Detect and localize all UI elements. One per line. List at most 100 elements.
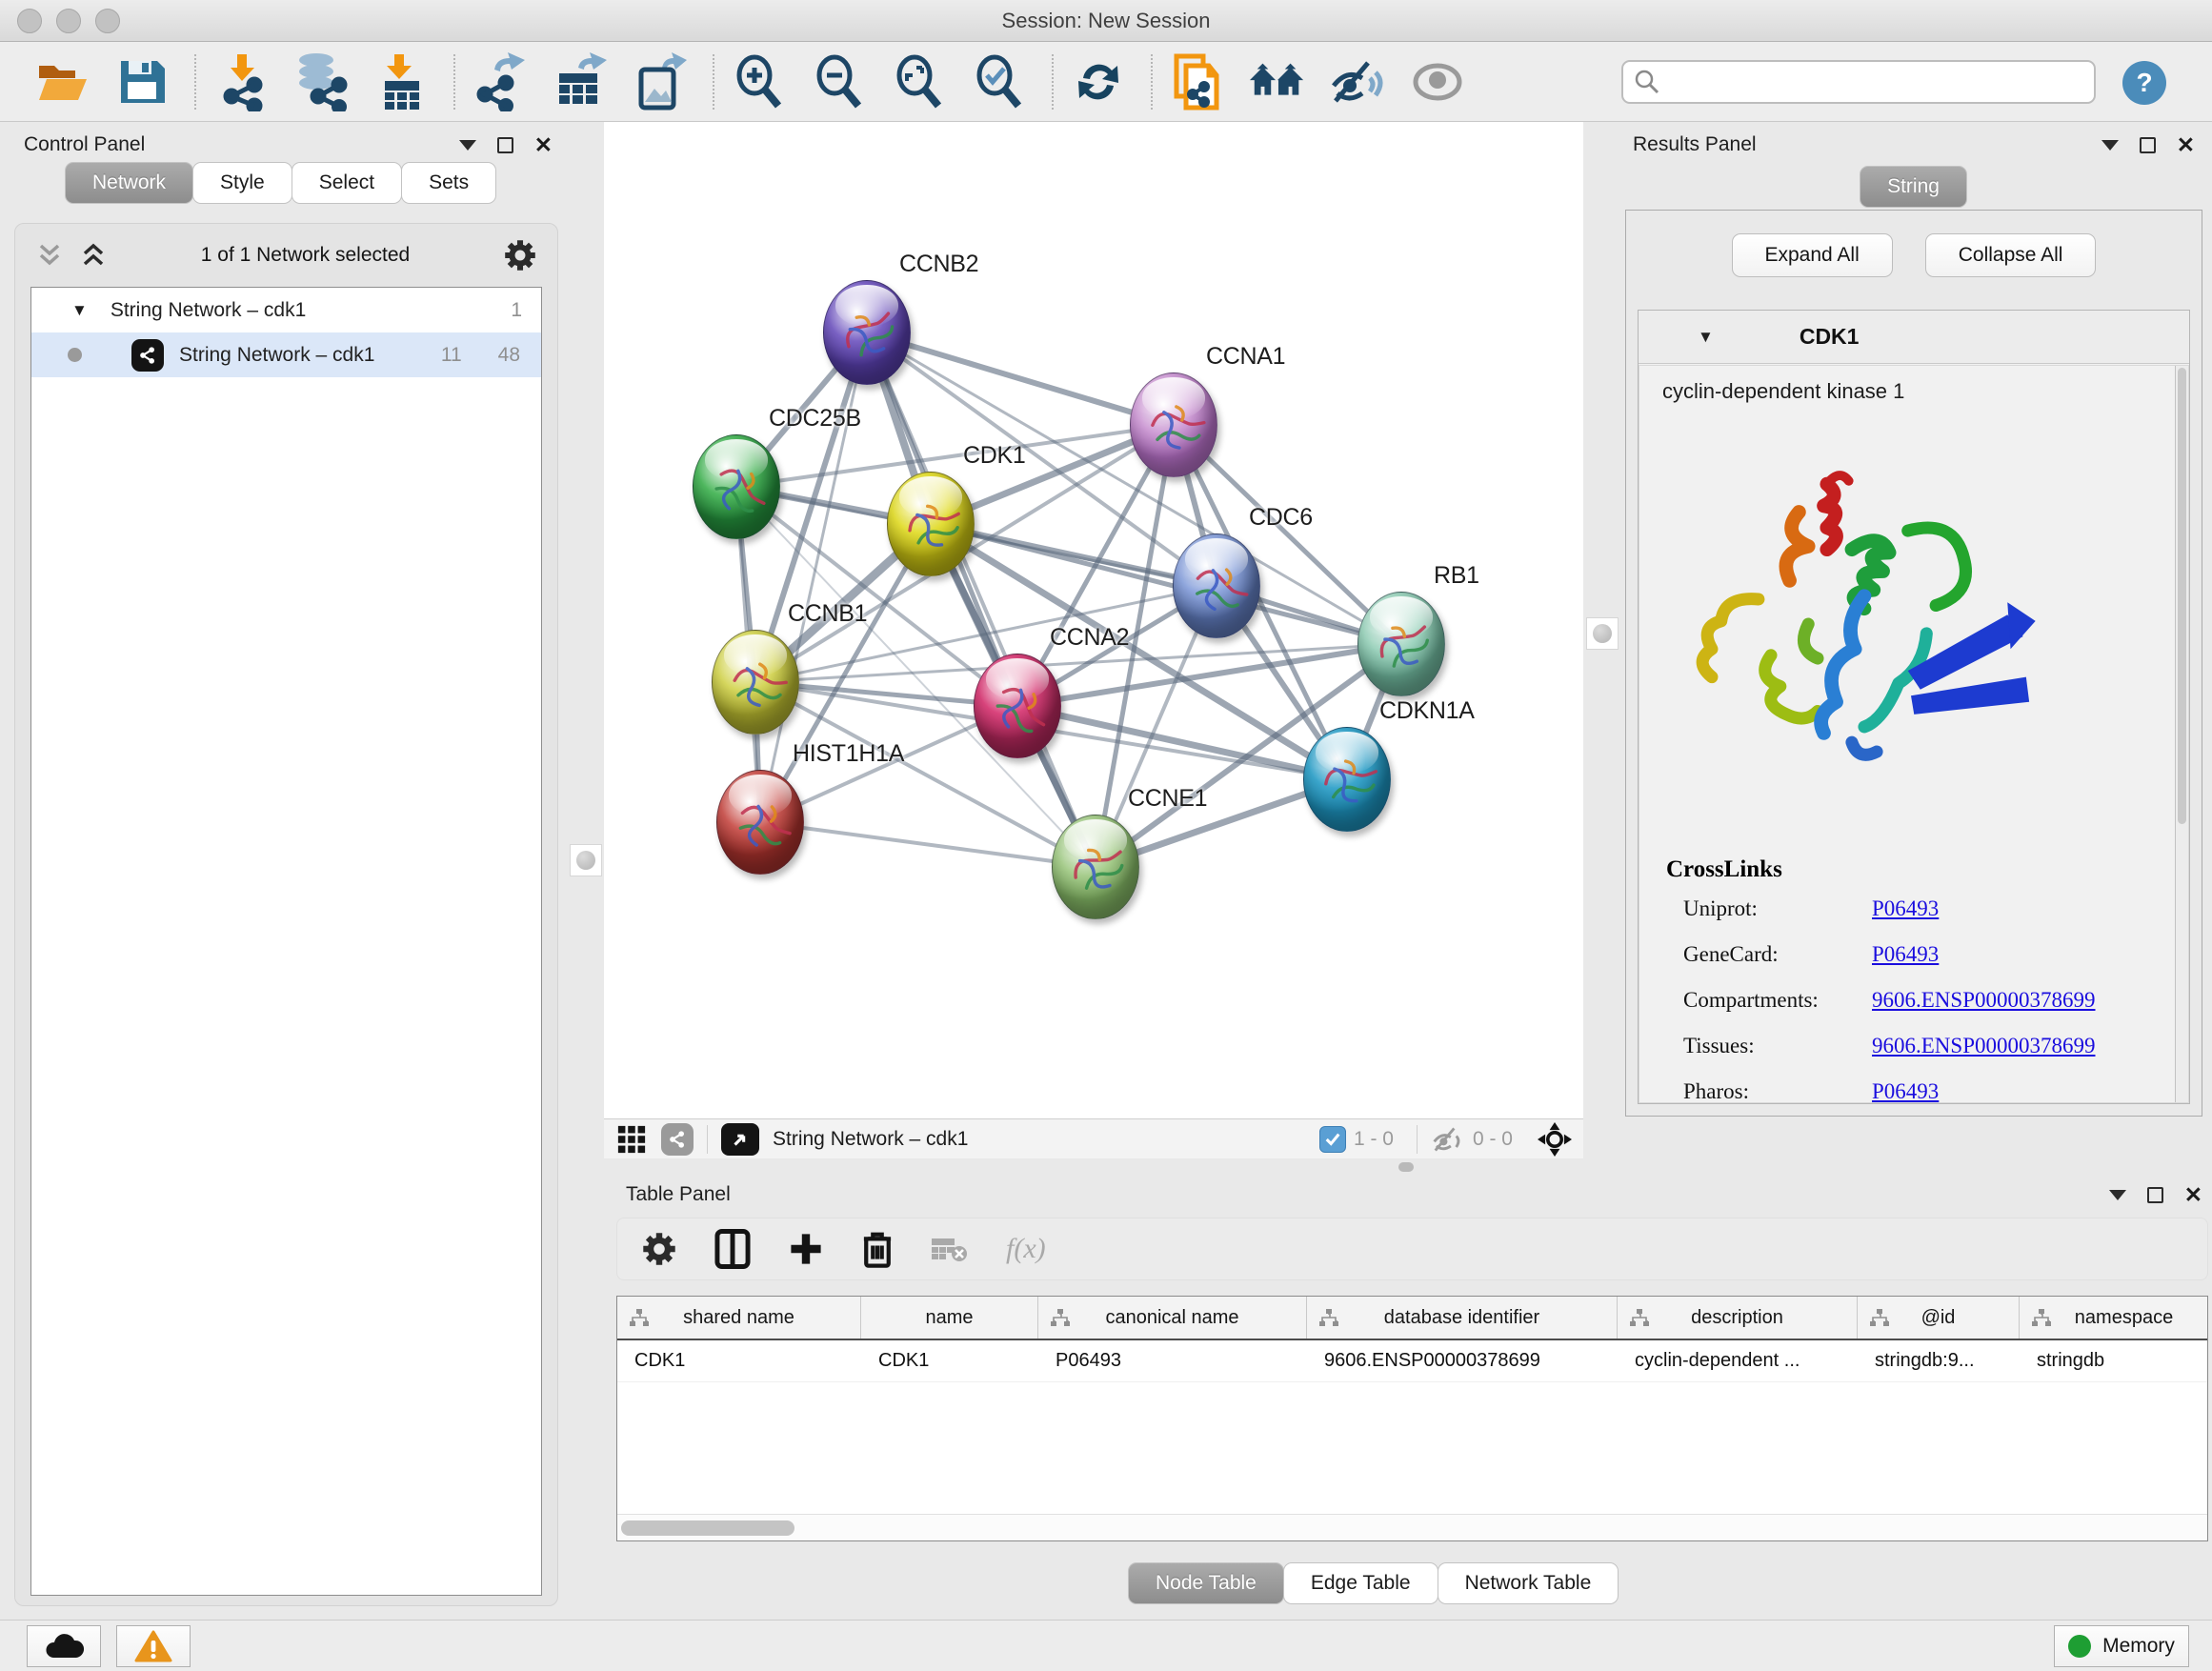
network-node-CCNB2[interactable] <box>823 280 911 385</box>
tab-select[interactable]: Select <box>292 162 402 204</box>
protein-ribbon-thumbnail <box>1358 593 1446 697</box>
table-horizontal-scrollbar[interactable] <box>617 1514 2207 1540</box>
crosslink-link[interactable]: 9606.ENSP00000378699 <box>1872 988 2096 1013</box>
export-network-icon[interactable] <box>471 50 530 113</box>
expand-all-button[interactable]: Expand All <box>1732 233 1893 277</box>
crosslink-label: Compartments: <box>1683 988 1872 1013</box>
selected-nodes-checkbox-icon[interactable] <box>1319 1126 1346 1153</box>
left-splitter-handle[interactable] <box>570 844 602 876</box>
save-session-icon[interactable] <box>112 50 171 113</box>
crosslink-label: Pharos: <box>1683 1079 1872 1104</box>
network-node-CDC6[interactable] <box>1173 534 1260 638</box>
delete-column-icon[interactable] <box>861 1230 894 1268</box>
cloud-status-button[interactable] <box>27 1625 101 1667</box>
fit-selected-crosshair-icon[interactable] <box>1538 1122 1572 1157</box>
show-columns-icon[interactable] <box>714 1229 751 1269</box>
zoom-in-icon[interactable] <box>730 50 789 113</box>
maximize-panel-icon[interactable] <box>2147 1187 2163 1203</box>
table-row[interactable]: CDK1CDK1P064939606.ENSP00000378699cyclin… <box>617 1340 2207 1382</box>
zoom-selected-icon[interactable] <box>970 50 1029 113</box>
table-cell[interactable]: P06493 <box>1038 1340 1307 1381</box>
results-scrollbar[interactable] <box>2175 366 2188 1102</box>
hide-selected-icon[interactable] <box>1328 50 1387 113</box>
column-header-name[interactable]: name <box>861 1297 1038 1339</box>
table-cell[interactable]: stringdb:9... <box>1858 1340 2020 1381</box>
network-badge-icon[interactable] <box>661 1123 694 1156</box>
crosslink-link[interactable]: 9606.ENSP00000378699 <box>1872 1034 2096 1058</box>
collapse-all-button[interactable]: Collapse All <box>1925 233 2097 277</box>
warnings-button[interactable] <box>116 1625 191 1667</box>
table-options-gear-icon[interactable] <box>642 1232 676 1266</box>
network-canvas[interactable]: CCNB2CCNA1CDC25BCDK1CDC6RB1CCNB1CCNA2CDK… <box>604 122 1583 1118</box>
tab-string[interactable]: String <box>1860 166 1967 208</box>
network-node-CCNA2[interactable] <box>974 654 1061 758</box>
show-all-icon[interactable] <box>1408 50 1467 113</box>
search-input[interactable] <box>1669 70 2094 93</box>
expand-all-icon[interactable] <box>80 243 107 268</box>
create-column-icon[interactable] <box>789 1232 823 1266</box>
crosslink-link[interactable]: P06493 <box>1872 942 1939 967</box>
crosslink-link[interactable]: P06493 <box>1872 896 1939 921</box>
collapse-triangle-icon[interactable]: ▼ <box>1698 328 1714 347</box>
network-node-CCNA1[interactable] <box>1130 372 1217 477</box>
tab-network-table[interactable]: Network Table <box>1438 1562 1619 1604</box>
network-node-CDC25B[interactable] <box>693 434 780 539</box>
crosslink-link[interactable]: P06493 <box>1872 1079 1939 1104</box>
network-collection-row[interactable]: ▼ String Network – cdk1 1 <box>31 288 541 332</box>
toolbar-search[interactable] <box>1621 60 2096 104</box>
node-table[interactable]: shared namenamecanonical namedatabase id… <box>616 1296 2208 1541</box>
close-panel-icon[interactable]: ✕ <box>2184 1187 2202 1203</box>
zoom-fit-icon[interactable] <box>890 50 949 113</box>
tab-edge-table[interactable]: Edge Table <box>1283 1562 1438 1604</box>
export-image-icon[interactable] <box>631 50 690 113</box>
collapse-triangle-icon[interactable]: ▼ <box>71 301 88 320</box>
help-button[interactable]: ? <box>2122 61 2166 105</box>
table-cell[interactable]: CDK1 <box>617 1340 861 1381</box>
network-node-CDKN1A[interactable] <box>1303 727 1391 832</box>
column-header-canonical-name[interactable]: canonical name <box>1038 1297 1307 1339</box>
import-network-database-icon[interactable] <box>292 50 351 113</box>
import-network-file-icon[interactable] <box>211 50 271 113</box>
first-neighbors-icon[interactable] <box>1248 50 1307 113</box>
refresh-view-icon[interactable] <box>1069 50 1128 113</box>
zoom-out-icon[interactable] <box>810 50 869 113</box>
gene-section-header[interactable]: ▼ CDK1 <box>1639 311 2189 364</box>
network-row[interactable]: String Network – cdk1 11 48 <box>31 332 541 377</box>
float-panel-icon[interactable] <box>459 140 476 151</box>
network-node-CCNE1[interactable] <box>1052 815 1139 919</box>
maximize-panel-icon[interactable] <box>2140 137 2156 153</box>
horizontal-splitter-handle[interactable] <box>1398 1162 1414 1172</box>
close-panel-icon[interactable]: ✕ <box>534 137 553 153</box>
duplicate-network-icon[interactable] <box>1168 50 1227 113</box>
network-node-HIST1H1A[interactable] <box>716 770 804 875</box>
column-header-database-identifier[interactable]: database identifier <box>1307 1297 1618 1339</box>
maximize-panel-icon[interactable] <box>497 137 513 153</box>
float-panel-icon[interactable] <box>2109 1190 2126 1200</box>
grid-view-icon[interactable] <box>615 1124 648 1155</box>
right-splitter-handle[interactable] <box>1586 617 1619 650</box>
network-options-gear-icon[interactable] <box>504 239 536 272</box>
tab-network[interactable]: Network <box>65 162 193 204</box>
import-table-file-icon[interactable] <box>372 50 431 113</box>
table-cell[interactable]: 9606.ENSP00000378699 <box>1307 1340 1618 1381</box>
table-cell[interactable]: stringdb <box>2020 1340 2208 1381</box>
tab-node-table[interactable]: Node Table <box>1128 1562 1284 1604</box>
column-header-namespace[interactable]: namespace <box>2020 1297 2208 1339</box>
float-panel-icon[interactable] <box>2101 140 2119 151</box>
export-table-icon[interactable] <box>551 50 610 113</box>
network-node-CCNB1[interactable] <box>712 630 799 735</box>
tab-sets[interactable]: Sets <box>401 162 496 204</box>
tab-style[interactable]: Style <box>192 162 292 204</box>
collapse-all-icon[interactable] <box>36 243 63 268</box>
column-header--id[interactable]: @id <box>1858 1297 2020 1339</box>
table-cell[interactable]: CDK1 <box>861 1340 1038 1381</box>
column-header-shared-name[interactable]: shared name <box>617 1297 861 1339</box>
network-node-RB1[interactable] <box>1357 592 1445 696</box>
birds-eye-view-icon[interactable] <box>721 1123 759 1156</box>
table-cell[interactable]: cyclin-dependent ... <box>1618 1340 1858 1381</box>
open-file-icon[interactable] <box>32 50 91 113</box>
close-panel-icon[interactable]: ✕ <box>2177 137 2195 153</box>
column-header-description[interactable]: description <box>1618 1297 1858 1339</box>
network-node-CDK1[interactable] <box>887 472 975 576</box>
memory-button[interactable]: Memory <box>2054 1625 2189 1667</box>
